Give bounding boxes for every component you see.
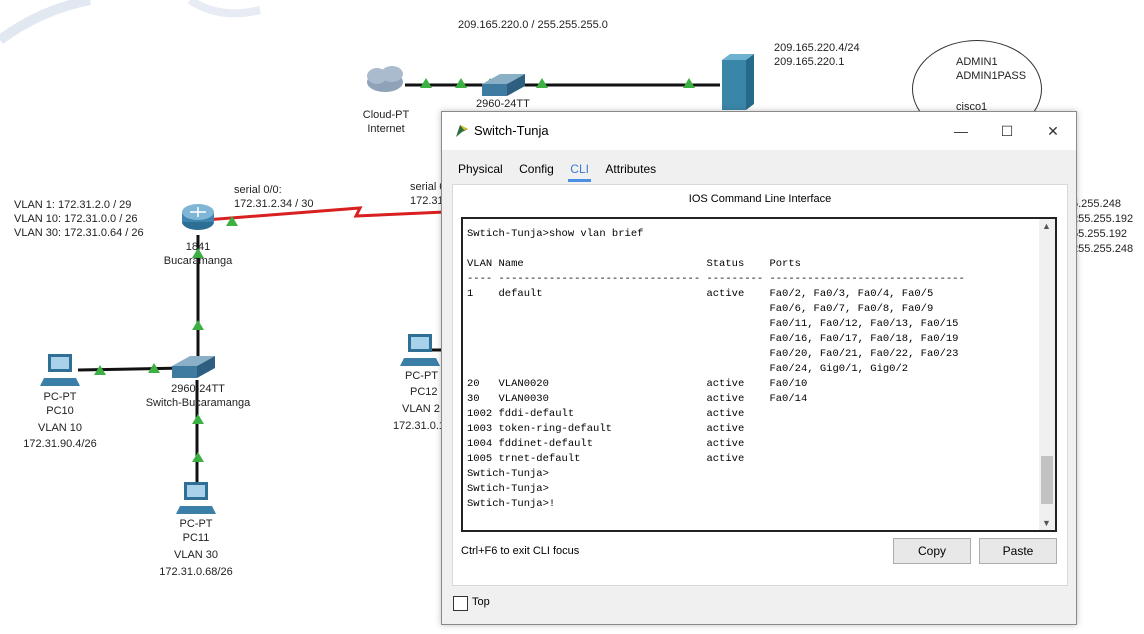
title-bar[interactable]: Switch-Tunja — ☐ ✕ [442, 112, 1076, 150]
scrollbar-thumb[interactable] [1041, 456, 1053, 504]
minimize-button[interactable]: — [938, 112, 984, 150]
top-checkbox-label: Top [472, 596, 490, 608]
paste-button[interactable]: Paste [979, 538, 1057, 564]
window-title: Switch-Tunja [474, 123, 549, 138]
server-ip: 209.165.220.4/24 [774, 42, 860, 54]
cli-terminal[interactable]: Swtich-Tunja>show vlan brief VLAN Name S… [461, 217, 1057, 532]
pc-vlan: VLAN 2 [402, 403, 440, 415]
pc-ip: 172.31.90.4/26 [23, 438, 97, 450]
device-window: Switch-Tunja — ☐ ✕ Physical Config CLI A… [441, 111, 1077, 625]
serial-ip: 172.31 [410, 195, 444, 207]
scroll-down-icon[interactable]: ▼ [1042, 518, 1051, 528]
terminal-line: Swtich-Tunja>show vlan brief [467, 228, 644, 240]
pc-vlan: VLAN 30 [173, 549, 219, 561]
pc-type: PC-PT [405, 370, 438, 382]
router-name: Bucaramanga [163, 255, 233, 267]
pc-ip: 172.31.0.1 [393, 420, 445, 432]
cli-focus-hint: Ctrl+F6 to exit CLI focus [461, 545, 580, 557]
terminal-line: 1003 token-ring-default active [467, 423, 745, 435]
pc-name: PC10 [46, 405, 74, 417]
terminal-line: Swtich-Tunja> [467, 483, 549, 495]
maximize-button[interactable]: ☐ [984, 112, 1030, 150]
terminal-line: Fa0/16, Fa0/17, Fa0/18, Fa0/19 [467, 333, 959, 345]
switch-model: 2960-24TT [476, 98, 530, 110]
router-icon[interactable] [182, 204, 214, 230]
switch-name: Switch-Bucaramanga [145, 397, 251, 409]
pc-icon[interactable] [176, 482, 216, 514]
mask-text: 255.255.192 [1072, 213, 1134, 225]
tab-physical[interactable]: Physical [452, 158, 509, 180]
tab-config[interactable]: Config [513, 158, 560, 180]
copy-button[interactable]: Copy [893, 538, 971, 564]
terminal-line: Fa0/11, Fa0/12, Fa0/13, Fa0/15 [467, 318, 959, 330]
router-model: 1841 [185, 241, 211, 253]
tab-bar: Physical Config CLI Attributes [452, 158, 662, 182]
pc-type: PC-PT [179, 518, 213, 530]
mask-text: 255.255.248 [1072, 243, 1134, 255]
terminal-line: Swtich-Tunja> [467, 468, 549, 480]
packet-tracer-icon [456, 125, 468, 137]
panel-title: IOS Command Line Interface [688, 193, 832, 205]
tab-cli[interactable]: CLI [564, 158, 595, 182]
pc-name: PC12 [410, 386, 438, 398]
vlan-line: VLAN 10: 172.31.0.0 / 26 [14, 213, 138, 225]
switch-icon[interactable] [482, 74, 525, 96]
cloud-type: Cloud-PT [362, 109, 410, 121]
note-line: ADMIN1PASS [956, 70, 1027, 82]
pc-ip: 172.31.0.68/26 [159, 566, 233, 578]
pc-type: PC-PT [43, 391, 77, 403]
terminal-line: Fa0/6, Fa0/7, Fa0/8, Fa0/9 [467, 303, 934, 315]
switch-icon[interactable] [172, 356, 215, 378]
terminal-line: Fa0/24, Gig0/1, Gig0/2 [467, 363, 909, 375]
terminal-scrollbar[interactable]: ▲ ▼ [1039, 219, 1055, 530]
network-label: 209.165.220.0 / 255.255.255.0 [458, 19, 608, 31]
terminal-line: 1 default active Fa0/2, Fa0/3, Fa0/4, Fa… [467, 288, 934, 300]
terminal-line: Swtich-Tunja>! [467, 498, 556, 510]
pc-name: PC11 [182, 532, 210, 544]
switch-model: 2960-24TT [171, 383, 225, 395]
cli-panel: IOS Command Line Interface Swtich-Tunja>… [452, 184, 1068, 586]
terminal-output[interactable]: Swtich-Tunja>show vlan brief VLAN Name S… [467, 227, 965, 512]
terminal-line: VLAN Name Status Ports [467, 258, 801, 270]
serial-label: serial 0/0: [234, 184, 282, 196]
terminal-line: Fa0/20, Fa0/21, Fa0/22, Fa0/23 [467, 348, 959, 360]
terminal-line: 1005 trnet-default active [467, 453, 745, 465]
server-icon[interactable] [722, 54, 754, 110]
link-switch-pc10 [77, 366, 186, 372]
vlan-line: VLAN 30: 172.31.0.64 / 26 [14, 227, 144, 239]
serial-ip: 172.31.2.34 / 30 [234, 198, 314, 210]
pc-icon[interactable] [40, 354, 80, 386]
terminal-line: ---- -------------------------------- --… [467, 273, 965, 285]
server-gateway: 209.165.220.1 [774, 56, 845, 68]
terminal-line: 30 VLAN0030 active Fa0/14 [467, 393, 808, 405]
cloud-icon[interactable] [367, 66, 403, 92]
cloud-name: Internet [367, 123, 405, 135]
close-button[interactable]: ✕ [1030, 112, 1076, 150]
note-line: ADMIN1 [956, 56, 998, 68]
top-checkbox[interactable] [453, 596, 468, 611]
pc-vlan: VLAN 10 [37, 422, 83, 434]
vlan-line: VLAN 1: 172.31.2.0 / 29 [14, 199, 132, 211]
mask-text: 55.255.192 [1072, 228, 1128, 240]
scroll-up-icon[interactable]: ▲ [1042, 221, 1051, 231]
terminal-line: 1002 fddi-default active [467, 408, 745, 420]
tab-attributes[interactable]: Attributes [599, 158, 662, 180]
mask-text: 5.255.248 [1072, 198, 1121, 210]
terminal-line: 20 VLAN0020 active Fa0/10 [467, 378, 808, 390]
terminal-line: 1004 fddinet-default active [467, 438, 745, 450]
